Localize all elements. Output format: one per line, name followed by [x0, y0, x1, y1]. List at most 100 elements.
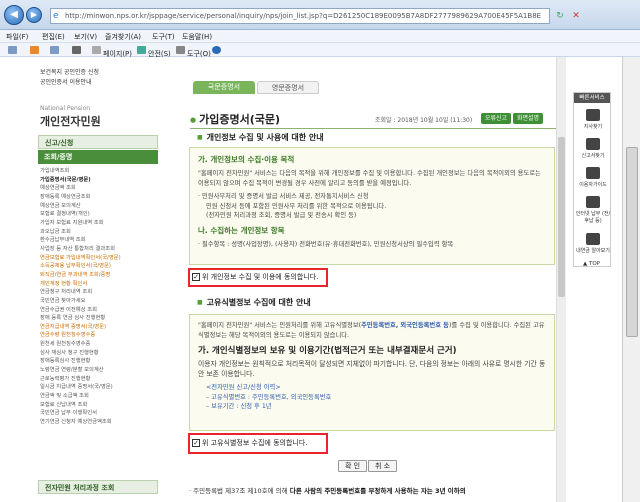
footnote: · 주민등록법 제37조 제10호에 의해 다른 사람의 주민등록번호를 부정하…	[189, 487, 466, 495]
nav-item[interactable]: 심사 재심사 청구 진행현황	[40, 349, 158, 358]
nav-item[interactable]: 연금지급내역 증명서(국/영문)	[40, 323, 158, 332]
nav-item[interactable]: 연금수급권 이전예상 조회	[40, 306, 158, 315]
tab-korean-certificate[interactable]: 국문증명서	[193, 81, 255, 94]
privacy-notice-box[interactable]: 가. 개인정보의 수집·이용 목적 "홈페이지 전자민원" 서비스는 다음의 목…	[189, 147, 555, 265]
help-icon[interactable]	[212, 46, 223, 54]
agree-unique-id-label: 위 고유식별정보 수집에 동의합니다.	[202, 439, 308, 447]
nav-item[interactable]: 노령연금 연령/분할 모의계산	[40, 366, 158, 375]
nav-item[interactable]: 퇴직금/연금 부과내역 조회/증명	[40, 271, 158, 280]
nav-item[interactable]: 국민연금 찾아가세요	[40, 297, 158, 306]
agree-privacy-checkbox[interactable]: ✓	[192, 273, 200, 281]
quick-user-guide[interactable]: 이용자가이드	[574, 167, 612, 188]
menu-bar: 파일(F) 편집(E) 보기(V) 즐겨찾기(A) 도구(T) 도움말(H)	[0, 30, 640, 43]
link-cert-guide[interactable]: 공인인증서 이용안내	[40, 77, 92, 86]
print-icon[interactable]	[72, 46, 83, 54]
pension-icon	[586, 233, 600, 245]
quick-service-header: 빠른서비스	[574, 93, 610, 103]
nav-item[interactable]: 국민연금 납부 이행확인서	[40, 409, 158, 418]
quick-service-panel: 빠른서비스 지사찾기 신고서찾기 이용자가이드 인터넷 납부 (전/후납 등) …	[573, 92, 611, 267]
menu-view[interactable]: 보기(V)	[74, 32, 97, 42]
unique-id-notice-box[interactable]: "홈페이지 전자민원" 서비스는 민원처리를 위해 고유식별정보(주민등록번호,…	[189, 314, 555, 431]
retention-list-3: – 보유기간 : 신청 후 1년	[206, 403, 272, 410]
agree-privacy-label: 위 개인정보 수집 및 이용에 동의합니다.	[202, 273, 319, 281]
nav-item[interactable]: 소득공제용 납부확인서(국/영문)	[40, 262, 158, 271]
privacy-purpose-heading: 가. 개인정보의 수집·이용 목적	[198, 155, 295, 164]
privacy-item-1: · 민원사무처리 및 증명서 발급 서비스 제공, 전자통지서비스 신청	[198, 193, 369, 200]
menu-favorites[interactable]: 즐겨찾기(A)	[105, 32, 141, 42]
nav-item-list: 가입내역조회 가입증명서(국문/영문) 예상연금액 조회 장애등록 예상연금조회 예상연…	[40, 167, 158, 427]
quick-form-finder[interactable]: 신고서찾기	[574, 138, 612, 159]
nav-item[interactable]: 보험료 결정내역(개인)	[40, 210, 158, 219]
privacy-item-3: (전자민원 처리과정 조회, 증명서 발급 및 전송시 확인 등)	[206, 212, 357, 219]
browser-titlebar: ◀ ▶ e http://minwon.nps.or.kr/jsppage/se…	[0, 0, 640, 30]
nav-item[interactable]: 보험료 신납내역 조회	[40, 401, 158, 410]
ie-page-icon: e	[53, 11, 59, 21]
agree-privacy-row[interactable]: ✓ 위 개인정보 수집 및 이용에 동의합니다.	[189, 270, 318, 284]
nav-item[interactable]: 예상연금 모의계산	[40, 202, 158, 211]
home-icon[interactable]	[8, 46, 19, 54]
nav-item[interactable]: 예상연금액 조회	[40, 184, 158, 193]
error-report-button[interactable]: 오류신고	[481, 113, 512, 124]
nav-item[interactable]: 환수금납부내역 조회	[40, 236, 158, 245]
payment-icon	[586, 196, 600, 208]
nav-item[interactable]: 사업장 등 자산 통합처리 결과조회	[40, 245, 158, 254]
page-scrollbar[interactable]	[622, 57, 640, 502]
menu-edit[interactable]: 편집(E)	[42, 32, 65, 42]
nav-item[interactable]: 개인계정 현황 확인서	[40, 280, 158, 289]
nav-section-inquiry[interactable]: 조회/증명	[38, 150, 158, 164]
content-scrollbar[interactable]	[556, 57, 566, 502]
nav-item[interactable]: 가입자 보험료 지원내역 조회	[40, 219, 158, 228]
page-scroll-thumb[interactable]	[626, 147, 638, 337]
nav-item[interactable]: 일시금 지급내역 증명서(국/영문)	[40, 383, 158, 392]
stop-icon[interactable]: ✕	[568, 8, 584, 24]
nav-item[interactable]: 연기연금 신청자 예상연금액조회	[40, 418, 158, 427]
nav-item[interactable]: 연금수령 원천징수영수증	[40, 331, 158, 340]
confirm-button[interactable]: 확 인	[338, 460, 368, 472]
nav-item[interactable]: 장애등록심사 진행현황	[40, 357, 158, 366]
mail-icon[interactable]	[50, 46, 61, 54]
quick-branch-finder[interactable]: 지사찾기	[574, 109, 612, 130]
retention-list-1: <전자민원 신고/신청 이력>	[206, 384, 281, 391]
quick-internet-payment[interactable]: 인터넷 납부 (전/후납 등)	[574, 196, 612, 224]
nav-section-report[interactable]: 신고/신청	[38, 135, 158, 149]
nav-section-process[interactable]: 전자민원 처리과정 조회	[38, 480, 158, 494]
agree-unique-id-checkbox[interactable]: ✓	[192, 439, 200, 447]
org-name: National Pension	[40, 105, 91, 112]
toolbar-tools[interactable]: 도구(O)	[176, 46, 211, 58]
nav-item[interactable]: 연금청구 처리내역 조회	[40, 288, 158, 297]
menu-help[interactable]: 도움말(H)	[182, 32, 212, 42]
privacy-purpose-text: "홈페이지 전자민원" 서비스는 다음의 목적을 위해 개인정보를 수집 및 이…	[198, 170, 541, 187]
toolbar-page[interactable]: 페이지(P)	[92, 46, 132, 58]
address-bar[interactable]: e http://minwon.nps.or.kr/jsppage/servic…	[50, 8, 550, 24]
unique-id-section-title: 고유식별정보 수집에 대한 안내	[197, 297, 311, 308]
nav-item[interactable]: 연금액 및 소급액 조회	[40, 392, 158, 401]
top-link[interactable]: ▲ TOP	[583, 261, 600, 267]
screen-help-button[interactable]: 화면설명	[513, 113, 544, 124]
brand-title: 개인전자민원	[40, 115, 101, 128]
quick-my-pension[interactable]: 내연금 알아보기	[574, 233, 612, 254]
nav-item[interactable]: 장애 등록 연금 심사 진행현황	[40, 314, 158, 323]
forward-button[interactable]: ▶	[26, 7, 42, 23]
privacy-items-text: · 필수항목 : 성명(사업장명), (사용자) 전화번호(유·휴대전화번호),…	[198, 240, 454, 248]
menu-tools[interactable]: 도구(T)	[152, 32, 175, 42]
address-url: http://minwon.nps.or.kr/jsppage/service/…	[65, 12, 542, 20]
cancel-button[interactable]: 취 소	[368, 460, 398, 472]
tab-english-certificate[interactable]: 영문증명서	[257, 81, 319, 94]
privacy-section-title: 개인정보 수집 및 사용에 대한 안내	[197, 132, 324, 143]
agree-unique-id-row[interactable]: ✓ 위 고유식별정보 수집에 동의합니다.	[189, 436, 308, 450]
back-button[interactable]: ◀	[4, 5, 24, 25]
toolbar-safety[interactable]: 안전(S)	[137, 46, 171, 58]
nav-item[interactable]: 가입증명서(국문/영문)	[40, 176, 158, 185]
feeds-icon[interactable]	[30, 46, 41, 54]
nav-item[interactable]: 가입내역조회	[40, 167, 158, 176]
refresh-icon[interactable]: ↻	[552, 8, 568, 24]
menu-file[interactable]: 파일(F)	[6, 32, 28, 42]
link-cert-apply[interactable]: 보건복지 공인인증 신청	[40, 67, 99, 76]
nav-item[interactable]: 연금보험료 가입내역확인서(국/영문)	[40, 254, 158, 263]
content-scroll-thumb[interactable]	[558, 137, 565, 297]
nav-item[interactable]: 근로능력평가 진행현황	[40, 375, 158, 384]
nav-item[interactable]: 장애등록 예상연금조회	[40, 193, 158, 202]
nav-item[interactable]: 과오납금 조회	[40, 228, 158, 237]
nav-item[interactable]: 원천세 원천징수영수증	[40, 340, 158, 349]
left-navigation: 보건복지 공인인증 신청 공인인증서 이용안내 National Pension…	[34, 57, 162, 502]
